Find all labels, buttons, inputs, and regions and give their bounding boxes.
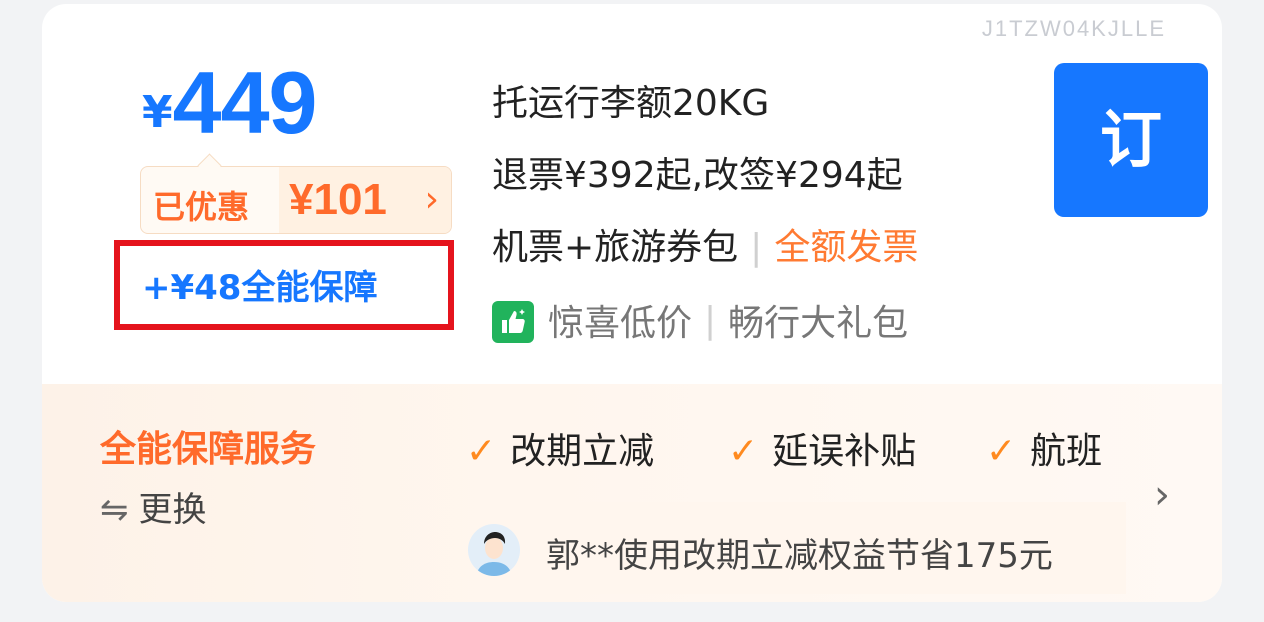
discount-badge[interactable]: 已优惠 ¥101 › bbox=[140, 153, 452, 234]
gift-package: 畅行大礼包 bbox=[728, 303, 909, 344]
protection-addon-highlight[interactable]: +¥48全能保障 bbox=[114, 240, 454, 330]
price: ¥449 bbox=[142, 52, 318, 154]
watermark: J1TZW04KJLLE bbox=[981, 16, 1166, 41]
chevron-right-icon: › bbox=[424, 179, 439, 220]
discount-amount: ¥101 bbox=[289, 175, 387, 224]
flight-offer-card[interactable]: J1TZW04KJLLE ¥449 已优惠 ¥101 › +¥48全能保障 托运… bbox=[42, 4, 1222, 602]
currency-symbol: ¥ bbox=[142, 87, 173, 138]
promo-low-price: 惊喜低价 bbox=[548, 303, 693, 344]
promo-tags: 惊喜低价 | 畅行大礼包 bbox=[492, 294, 908, 346]
feature-label: 航班 bbox=[1030, 431, 1103, 472]
price-amount: 449 bbox=[172, 53, 318, 152]
testimonial-text: 郭**使用改期立减权益节省175元 bbox=[546, 536, 1053, 576]
feature-label: 延误补贴 bbox=[772, 431, 917, 472]
check-icon: ✓ bbox=[986, 431, 1017, 472]
discount-amount-box: ¥101 › bbox=[279, 167, 451, 233]
testimonial: 郭**使用改期立减权益节省175元 bbox=[462, 502, 1126, 594]
discount-label: 已优惠 bbox=[153, 188, 250, 226]
divider: | bbox=[704, 299, 717, 341]
feature-item: ✓ 航班 bbox=[986, 422, 1102, 474]
feature-label: 改期立减 bbox=[510, 431, 655, 472]
package-label: 机票+旅游券包 bbox=[492, 227, 739, 268]
package-info: 机票+旅游券包 | 全额发票 bbox=[492, 218, 918, 270]
refund-change-policy: 退票¥392起,改签¥294起 bbox=[492, 155, 903, 196]
protection-service-panel[interactable]: 全能保障服务 ⇋ 更换 ✓ 改期立减 ✓ 延误补贴 ✓ 航班 郭**使用改期立减… bbox=[42, 384, 1222, 602]
thumbs-up-icon bbox=[492, 301, 534, 343]
avatar bbox=[468, 524, 520, 576]
check-icon: ✓ bbox=[728, 431, 759, 472]
feature-item: ✓ 延误补贴 bbox=[728, 422, 916, 474]
check-icon: ✓ bbox=[466, 431, 497, 472]
divider: | bbox=[750, 227, 763, 268]
baggage-allowance: 托运行李额20KG bbox=[492, 83, 770, 124]
invoice-label: 全额发票 bbox=[774, 227, 919, 268]
chevron-right-icon[interactable]: › bbox=[1154, 472, 1170, 518]
protection-addon-label: +¥48全能保障 bbox=[142, 268, 378, 308]
discount-pointer bbox=[197, 153, 222, 178]
book-button[interactable]: 订 bbox=[1054, 63, 1208, 217]
feature-list: ✓ 改期立减 ✓ 延误补贴 ✓ 航班 bbox=[42, 384, 1126, 504]
feature-item: ✓ 改期立减 bbox=[466, 422, 654, 474]
